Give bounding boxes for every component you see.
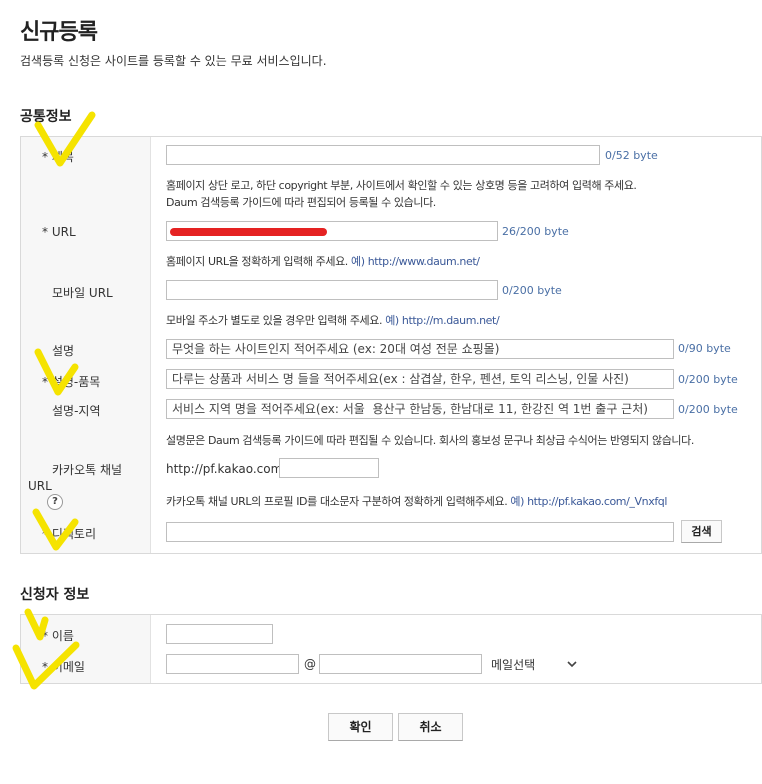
desc-region-byte-count: 0/200 byte [678, 403, 738, 416]
email-label: * 이메일 [42, 660, 85, 674]
desc-product-byte-count: 0/200 byte [678, 373, 738, 386]
redaction-mark [170, 228, 327, 236]
desc-product-input[interactable] [166, 369, 674, 389]
desc-label: 설명 [52, 344, 75, 358]
chevron-down-icon [567, 656, 577, 675]
desc-region-input[interactable] [166, 399, 674, 419]
desc-region-label: 설명-지역 [52, 404, 101, 418]
name-label: * 이름 [42, 629, 74, 643]
mobile-url-byte-count: 0/200 byte [502, 284, 562, 297]
mobile-url-label: 모바일 URL [52, 286, 113, 300]
url-label: * URL [42, 225, 76, 239]
page-description: 검색등록 신청은 사이트를 등록할 수 있는 무료 서비스입니다. [20, 54, 327, 68]
name-input[interactable] [166, 624, 273, 644]
desc-product-label: * 설명-품목 [42, 375, 101, 389]
applicant-label-column [21, 615, 151, 683]
directory-search-button[interactable]: 검색 [681, 520, 722, 543]
cancel-button[interactable]: 취소 [398, 713, 463, 741]
email-at-sign: @ [304, 657, 316, 671]
email-domain-select[interactable]: 메일선택 [491, 656, 581, 674]
email-local-input[interactable] [166, 654, 299, 674]
url-byte-count: 26/200 byte [502, 225, 569, 238]
kakao-label-line1: 카카오톡 채널 [52, 463, 123, 477]
kakao-prefix: http://pf.kakao.com/ [166, 462, 287, 476]
common-section-title: 공통정보 [20, 109, 72, 125]
title-input[interactable] [166, 145, 600, 165]
directory-input[interactable] [166, 522, 674, 542]
desc-input[interactable] [166, 339, 674, 359]
title-help-1: 홈페이지 상단 로고, 하단 copyright 부분, 사이트에서 확인할 수… [166, 179, 637, 192]
url-help: 홈페이지 URL을 정확하게 입력해 주세요. 예) http://www.da… [166, 255, 480, 268]
page-title: 신규등록 [20, 20, 98, 45]
mobile-url-help: 모바일 주소가 별도로 있을 경우만 입력해 주세요. 예) http://m.… [166, 314, 500, 327]
title-help-2: Daum 검색등록 가이드에 따라 편집되어 등록될 수 있습니다. [166, 196, 436, 209]
kakao-label-line2: URL [28, 479, 52, 493]
kakao-help: 카카오톡 채널 URL의 프로필 ID를 대소문자 구분하여 정확하게 입력해주… [166, 495, 668, 508]
applicant-section-title: 신청자 정보 [20, 587, 90, 603]
title-byte-count: 0/52 byte [605, 149, 658, 162]
directory-label: * 디렉토리 [42, 527, 96, 541]
email-domain-input[interactable] [319, 654, 482, 674]
email-select-value: 메일선택 [491, 658, 536, 672]
confirm-button[interactable]: 확인 [328, 713, 393, 741]
desc-byte-count: 0/90 byte [678, 342, 731, 355]
title-label: * 제목 [42, 150, 74, 164]
kakao-id-input[interactable] [279, 458, 379, 478]
question-icon[interactable]: ? [47, 494, 63, 510]
mobile-url-input[interactable] [166, 280, 498, 300]
desc-help: 설명문은 Daum 검색등록 가이드에 따라 편집될 수 있습니다. 회사의 홍… [166, 434, 694, 447]
